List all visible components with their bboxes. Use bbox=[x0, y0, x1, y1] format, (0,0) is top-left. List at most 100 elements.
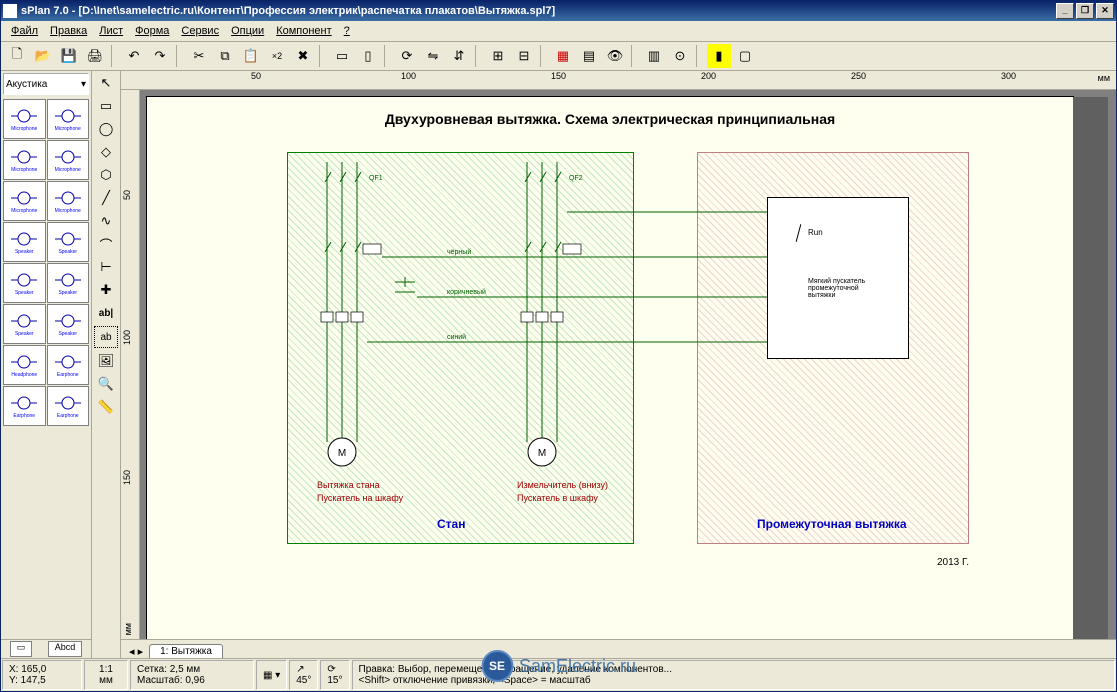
lib-part-7[interactable]: Speaker bbox=[47, 222, 90, 262]
text-icon[interactable]: ab| bbox=[95, 303, 117, 323]
front-icon[interactable]: ▭ bbox=[330, 44, 354, 68]
page-title: Двухуровневая вытяжка. Схема электрическ… bbox=[147, 111, 1073, 127]
library-panel: Акустика▾ MicrophoneMicrophoneMicrophone… bbox=[1, 71, 92, 658]
back-icon[interactable]: ▯ bbox=[356, 44, 380, 68]
node-icon[interactable]: ✚ bbox=[95, 280, 117, 300]
menu-service[interactable]: Сервис bbox=[175, 23, 225, 39]
curve-icon[interactable]: ∿ bbox=[95, 211, 117, 231]
draw-toolbar: ↖ ▭ ◯ ◇ ⬡ ╱ ∿ ⌒ ⊢ ✚ ab| ab 🖼 🔍 📏 bbox=[92, 71, 121, 658]
lib-part-9[interactable]: Speaker bbox=[47, 263, 90, 303]
undo-icon[interactable]: ↶ bbox=[122, 44, 146, 68]
redo-icon[interactable]: ↷ bbox=[148, 44, 172, 68]
year: 2013 Г. bbox=[937, 557, 969, 568]
lib-part-11[interactable]: Speaker bbox=[47, 304, 90, 344]
special-icon[interactable]: ⬡ bbox=[95, 165, 117, 185]
toolbar: 🗋 📂 💾 🖨 ↶ ↷ ✂ ⧉ 📋 ×2 ✖ ▭ ▯ ⟳ ⇋ ⇵ ⊞ ⊟ ▦ ▤… bbox=[1, 42, 1116, 71]
connector-icon[interactable]: ⊢ bbox=[95, 257, 117, 277]
arc-icon[interactable]: ⌒ bbox=[95, 234, 117, 254]
delete-icon[interactable]: ✖ bbox=[291, 44, 315, 68]
hilite-icon[interactable]: ▮ bbox=[707, 44, 731, 68]
library-selector[interactable]: Акустика▾ bbox=[3, 73, 89, 95]
mirror-h-icon[interactable]: ⇋ bbox=[421, 44, 445, 68]
angle45-icon[interactable]: ↗ 45° bbox=[289, 660, 318, 690]
textbox-icon[interactable]: ab bbox=[94, 326, 118, 348]
lib-part-2[interactable]: Microphone bbox=[3, 140, 46, 180]
lib-part-13[interactable]: Earphone bbox=[47, 345, 90, 385]
minimize-button[interactable]: _ bbox=[1056, 3, 1074, 19]
softstarter-box: Run Мягкий пускатель промежуточной вытяж… bbox=[767, 197, 909, 359]
menu-file[interactable]: Файл bbox=[5, 23, 44, 39]
menubar: Файл Правка Лист Форма Сервис Опции Комп… bbox=[1, 21, 1116, 42]
maximize-button[interactable]: ❐ bbox=[1076, 3, 1094, 19]
svg-text:QF2: QF2 bbox=[569, 175, 583, 182]
mirror-v-icon[interactable]: ⇵ bbox=[447, 44, 471, 68]
lib-part-10[interactable]: Speaker bbox=[3, 304, 46, 344]
drawing-page[interactable]: Двухуровневая вытяжка. Схема электрическ… bbox=[146, 96, 1074, 639]
lib-part-1[interactable]: Microphone bbox=[47, 99, 90, 139]
lib-part-6[interactable]: Speaker bbox=[3, 222, 46, 262]
schematic: M M QF1 QF2 чёрный коричневый синий bbox=[287, 152, 787, 492]
menu-sheet[interactable]: Лист bbox=[93, 23, 129, 39]
ungroup-icon[interactable]: ⊟ bbox=[512, 44, 536, 68]
lib-foot-chip[interactable]: ▭ bbox=[10, 641, 33, 657]
new-icon[interactable]: 🗋 bbox=[5, 44, 29, 68]
group-icon[interactable]: ⊞ bbox=[486, 44, 510, 68]
line-icon[interactable]: ╱ bbox=[95, 188, 117, 208]
ruler-vertical: 50 100 150 мм bbox=[121, 90, 140, 639]
zoom-fit-icon[interactable]: ⊙ bbox=[668, 44, 692, 68]
lib-part-5[interactable]: Microphone bbox=[47, 181, 90, 221]
prop-icon[interactable]: ▢ bbox=[733, 44, 757, 68]
sheet-tab-1[interactable]: 1: Вытяжка bbox=[149, 644, 223, 658]
zone-label-pink: Промежуточная вытяжка bbox=[757, 517, 907, 531]
title: sPlan 7.0 - [D:\Inet\samelectric.ru\Конт… bbox=[21, 5, 555, 17]
close-button[interactable]: ✕ bbox=[1096, 3, 1114, 19]
status-grid: Сетка: 2,5 мм Масштаб: 0,96 bbox=[130, 660, 254, 690]
svg-text:M: M bbox=[538, 448, 546, 459]
print-icon[interactable]: 🖨 bbox=[83, 44, 107, 68]
svg-text:синий: синий bbox=[447, 333, 466, 341]
label-stan: Вытяжка стана Пускатель на шкафу bbox=[317, 479, 403, 505]
poly-icon[interactable]: ◇ bbox=[95, 142, 117, 162]
grid-toggle-icon[interactable]: ▦ ▾ bbox=[256, 660, 287, 690]
lib-part-3[interactable]: Microphone bbox=[47, 140, 90, 180]
svg-text:чёрный: чёрный bbox=[447, 248, 471, 256]
circle-icon[interactable]: ◯ bbox=[95, 119, 117, 139]
rotate-icon[interactable]: ⟳ bbox=[395, 44, 419, 68]
paste-icon[interactable]: 📋 bbox=[239, 44, 263, 68]
watermark-badge: SE bbox=[481, 650, 513, 682]
zoom-icon[interactable]: 🔍 bbox=[95, 374, 117, 394]
lib-part-4[interactable]: Microphone bbox=[3, 181, 46, 221]
status-help: Правка: Выбор, перемещение, вращение, уд… bbox=[352, 660, 1116, 690]
status-scale: 1:1 мм bbox=[84, 660, 128, 690]
grid-icon[interactable]: ▤ bbox=[577, 44, 601, 68]
lib-part-0[interactable]: Microphone bbox=[3, 99, 46, 139]
menu-form[interactable]: Форма bbox=[129, 23, 175, 39]
angle15-icon[interactable]: ⟳ 15° bbox=[320, 660, 349, 690]
svg-text:QF1: QF1 bbox=[369, 175, 383, 182]
rect-icon[interactable]: ▭ bbox=[95, 96, 117, 116]
lib-part-12[interactable]: Headphone bbox=[3, 345, 46, 385]
copy-icon[interactable]: ⧉ bbox=[213, 44, 237, 68]
snap-icon[interactable]: ▦ bbox=[551, 44, 575, 68]
lib-foot-text[interactable]: Abcd bbox=[48, 641, 83, 657]
open-icon[interactable]: 📂 bbox=[31, 44, 55, 68]
save-icon[interactable]: 💾 bbox=[57, 44, 81, 68]
lib-part-14[interactable]: Earphone bbox=[3, 386, 46, 426]
cursor-icon[interactable]: ↖ bbox=[95, 73, 117, 93]
menu-component[interactable]: Компонент bbox=[270, 23, 337, 39]
layers-icon[interactable]: ▥ bbox=[642, 44, 666, 68]
cut-icon[interactable]: ✂ bbox=[187, 44, 211, 68]
lib-part-15[interactable]: Earphone bbox=[47, 386, 90, 426]
lib-part-8[interactable]: Speaker bbox=[3, 263, 46, 303]
menu-help[interactable]: ? bbox=[338, 23, 356, 39]
svg-text:M: M bbox=[338, 448, 346, 459]
measure-icon[interactable]: 📏 bbox=[95, 397, 117, 417]
status-xy: X: 165,0 Y: 147,5 bbox=[2, 660, 82, 690]
image-icon[interactable]: 🖼 bbox=[95, 351, 117, 371]
titlebar: sPlan 7.0 - [D:\Inet\samelectric.ru\Конт… bbox=[1, 1, 1116, 21]
menu-options[interactable]: Опции bbox=[225, 23, 270, 39]
dup-icon[interactable]: ×2 bbox=[265, 44, 289, 68]
canvas[interactable]: Двухуровневая вытяжка. Схема электрическ… bbox=[140, 90, 1116, 639]
find-icon[interactable]: 👁 bbox=[603, 44, 627, 68]
menu-edit[interactable]: Правка bbox=[44, 23, 93, 39]
